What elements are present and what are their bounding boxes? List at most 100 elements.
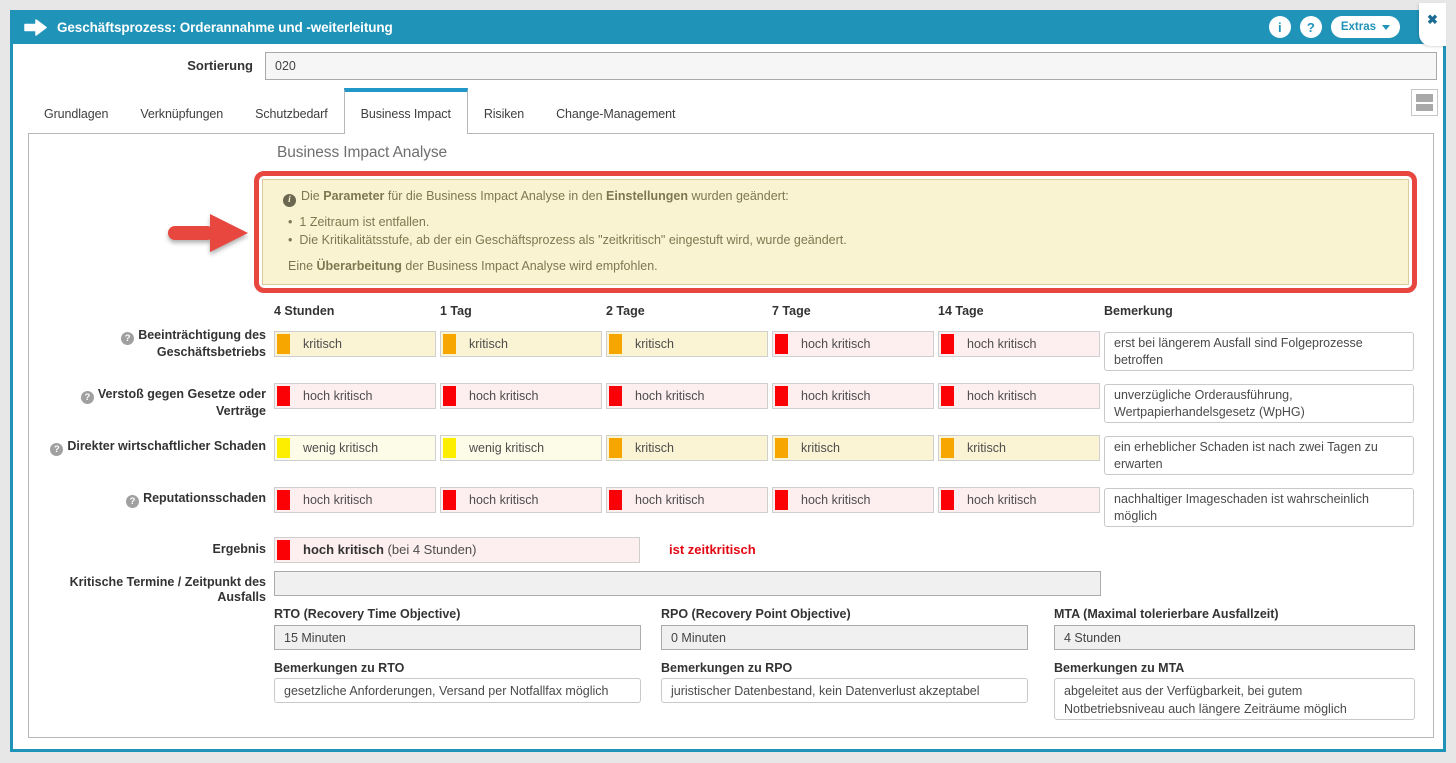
layout-bar-icon (1416, 104, 1433, 112)
window-title: Geschäftsprozess: Orderannahme und -weit… (57, 20, 393, 35)
tab-business-impact[interactable]: Business Impact (344, 88, 468, 134)
remark-field[interactable]: unverzügliche Orderausführung, Wertpapie… (1104, 384, 1414, 423)
tab-bar: Grundlagen Verknüpfungen Schutzbedarf Bu… (28, 88, 691, 134)
severity-badge (941, 334, 954, 354)
row-label-reputationsschaden: ?Reputationsschaden (29, 491, 266, 508)
warning-bullet: 1 Zeitraum ist entfallen. (288, 215, 429, 229)
title-bar: Geschäftsprozess: Orderannahme und -weit… (10, 10, 1446, 44)
bia-cell[interactable]: hoch kritisch (274, 383, 436, 409)
rpo-remark-field[interactable]: juristischer Datenbestand, kein Datenver… (661, 678, 1028, 703)
kritische-termine-input[interactable] (274, 571, 1101, 596)
severity-badge (775, 438, 788, 458)
remark-field[interactable]: ein erheblicher Schaden ist nach zwei Ta… (1104, 436, 1414, 475)
warning-bullet: Die Kritikalitätsstufe, ab der ein Gesch… (288, 233, 847, 247)
remark-field[interactable]: erst bei längerem Ausfall sind Folgeproz… (1104, 332, 1414, 371)
extras-label: Extras (1341, 21, 1376, 33)
rpo-remark-label: Bemerkungen zu RPO (661, 661, 792, 675)
bia-cell[interactable]: hoch kritisch (938, 383, 1100, 409)
mta-remark-field[interactable]: abgeleitet aus der Verfügbarkeit, bei gu… (1054, 678, 1415, 720)
severity-badge (609, 438, 622, 458)
severity-badge (443, 334, 456, 354)
help-circle-icon[interactable]: ? (81, 391, 94, 404)
rpo-input[interactable] (661, 625, 1028, 650)
bia-cell[interactable]: kritisch (606, 435, 768, 461)
severity-badge (277, 386, 290, 406)
tab-change-management[interactable]: Change-Management (540, 88, 691, 133)
bia-cell[interactable]: hoch kritisch (440, 487, 602, 513)
bia-cell[interactable]: hoch kritisch (274, 487, 436, 513)
warning-intro: iDie Parameter für die Business Impact A… (283, 189, 789, 207)
severity-badge (941, 490, 954, 510)
bia-cell[interactable]: hoch kritisch (440, 383, 602, 409)
ergebnis-label: Ergebnis (29, 542, 266, 557)
column-header: 4 Stunden (274, 304, 334, 318)
tab-verknuepfungen[interactable]: Verknüpfungen (124, 88, 239, 133)
extras-button[interactable]: Extras (1331, 16, 1400, 38)
help-circle-icon[interactable]: ? (126, 495, 139, 508)
help-icon[interactable]: ? (1300, 16, 1322, 38)
bia-cell[interactable]: hoch kritisch (938, 487, 1100, 513)
business-impact-panel: Business Impact Analyse iDie Parameter f… (28, 133, 1434, 738)
column-header: 1 Tag (440, 304, 472, 318)
bia-cell[interactable]: hoch kritisch (606, 383, 768, 409)
tab-risiken[interactable]: Risiken (468, 88, 540, 133)
help-circle-icon[interactable]: ? (50, 443, 63, 456)
row-label-wirtschaftlicher-schaden: ?Direkter wirtschaftlicher Schaden (29, 439, 266, 456)
column-header: 7 Tage (772, 304, 811, 318)
severity-badge (775, 490, 788, 510)
zeitkritisch-flag: ist zeitkritisch (669, 542, 756, 557)
bia-cell[interactable]: wenig kritisch (440, 435, 602, 461)
severity-badge (775, 386, 788, 406)
bia-cell[interactable]: hoch kritisch (772, 383, 934, 409)
sortierung-input[interactable] (265, 52, 1437, 80)
mta-remark-label: Bemerkungen zu MTA (1054, 661, 1184, 675)
rto-input[interactable] (274, 625, 641, 650)
sortierung-label: Sortierung (13, 52, 253, 80)
bia-cell[interactable]: kritisch (772, 435, 934, 461)
close-corner: ✖ (1419, 3, 1446, 46)
warning-footer: Eine Überarbeitung der Business Impact A… (288, 259, 658, 273)
severity-badge (609, 386, 622, 406)
annotation-highlight-box: iDie Parameter für die Business Impact A… (254, 171, 1417, 293)
severity-badge (277, 334, 290, 354)
severity-badge (609, 334, 622, 354)
column-header: Bemerkung (1104, 304, 1173, 318)
severity-badge (277, 438, 290, 458)
severity-badge (443, 386, 456, 406)
section-title: Business Impact Analyse (277, 144, 447, 162)
close-icon[interactable]: ✖ (1427, 12, 1438, 46)
bia-cell[interactable]: kritisch (440, 331, 602, 357)
annotation-arrow-icon (166, 211, 250, 260)
bia-cell[interactable]: kritisch (938, 435, 1100, 461)
severity-badge (941, 438, 954, 458)
severity-badge (443, 490, 456, 510)
bia-cell[interactable]: hoch kritisch (606, 487, 768, 513)
bia-cell[interactable]: hoch kritisch (772, 331, 934, 357)
rto-remark-field[interactable]: gesetzliche Anforderungen, Versand per N… (274, 678, 641, 703)
bia-cell[interactable]: kritisch (606, 331, 768, 357)
row-label-beeintraechtigung: ?Beeinträchtigung des Geschäftsbetriebs (29, 328, 266, 360)
severity-badge (443, 438, 456, 458)
rto-remark-label: Bemerkungen zu RTO (274, 661, 404, 675)
arrow-right-icon (24, 19, 47, 36)
bia-cell[interactable]: kritisch (274, 331, 436, 357)
help-circle-icon[interactable]: ? (121, 332, 134, 345)
ergebnis-value: hoch kritisch (bei 4 Stunden) (274, 537, 640, 563)
severity-badge (941, 386, 954, 406)
tab-grundlagen[interactable]: Grundlagen (28, 88, 124, 133)
row-label-verstoss: ?Verstoß gegen Gesetze oder Verträge (29, 387, 266, 419)
mta-input[interactable] (1054, 625, 1415, 650)
bia-cell[interactable]: hoch kritisch (772, 487, 934, 513)
severity-badge (609, 490, 622, 510)
info-icon[interactable]: i (1269, 16, 1291, 38)
tab-schutzbedarf[interactable]: Schutzbedarf (239, 88, 343, 133)
rpo-label: RPO (Recovery Point Objective) (661, 607, 851, 621)
bia-cell[interactable]: wenig kritisch (274, 435, 436, 461)
warning-message-box: iDie Parameter für die Business Impact A… (262, 179, 1409, 285)
kritische-termine-label: Kritische Termine / Zeitpunkt des Ausfal… (29, 575, 266, 605)
remark-field[interactable]: nachhaltiger Imageschaden ist wahrschein… (1104, 488, 1414, 527)
bia-cell[interactable]: hoch kritisch (938, 331, 1100, 357)
column-header: 2 Tage (606, 304, 645, 318)
layout-toggle-button[interactable] (1411, 89, 1438, 116)
mta-label: MTA (Maximal tolerierbare Ausfallzeit) (1054, 607, 1279, 621)
